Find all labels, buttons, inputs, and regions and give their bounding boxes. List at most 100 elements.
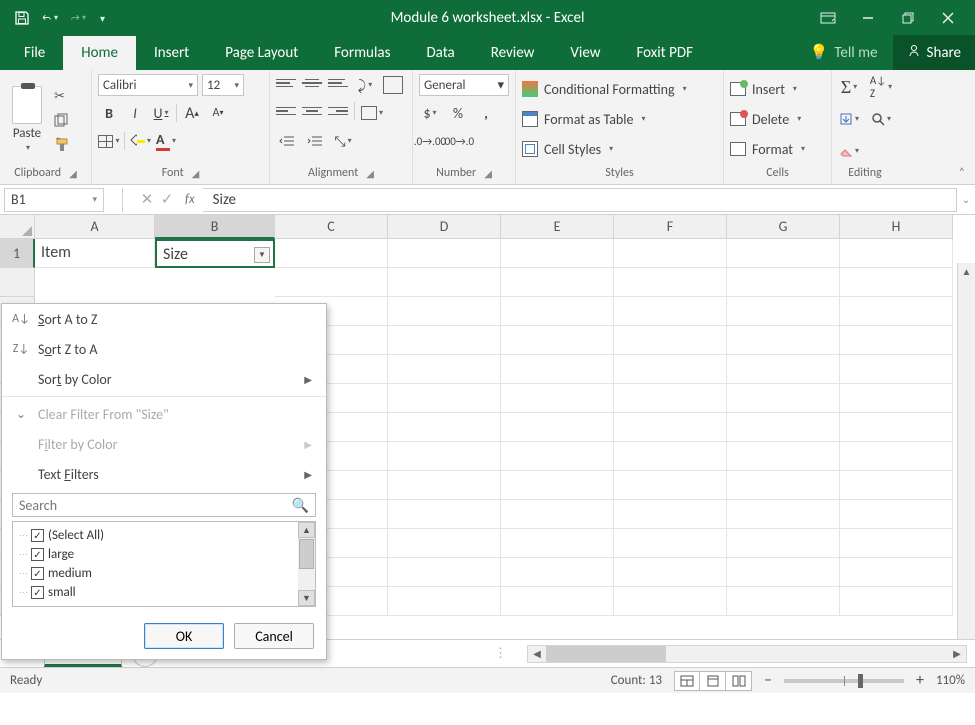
decrease-indent-button[interactable] (276, 130, 298, 152)
row-header[interactable] (0, 268, 35, 297)
maximize-icon[interactable] (899, 9, 917, 27)
percent-button[interactable]: % (447, 102, 469, 124)
scroll-up-icon[interactable]: ▲ (298, 522, 315, 538)
cell[interactable] (501, 471, 614, 500)
normal-view-button[interactable] (674, 671, 700, 691)
cell[interactable] (727, 384, 840, 413)
filter-search-input[interactable]: Search🔍 (12, 493, 316, 517)
borders-button[interactable]: ▾ (98, 130, 120, 152)
cell[interactable] (388, 355, 501, 384)
cell[interactable] (388, 471, 501, 500)
cell[interactable] (388, 384, 501, 413)
page-break-view-button[interactable] (726, 671, 752, 691)
share-button[interactable]: Share (892, 35, 975, 70)
cell[interactable] (501, 326, 614, 355)
tab-data[interactable]: Data (408, 36, 472, 70)
fill-color-button[interactable]: ▾ (129, 130, 151, 152)
cell[interactable] (501, 413, 614, 442)
align-top-button[interactable] (276, 74, 296, 92)
align-right-button[interactable] (328, 102, 348, 120)
col-header-c[interactable]: C (275, 215, 388, 239)
cell[interactable] (388, 587, 501, 616)
cell[interactable] (614, 471, 727, 500)
scroll-down-icon[interactable]: ▼ (298, 590, 315, 606)
fill-button[interactable]: ▾ (838, 108, 860, 130)
cell-styles-button[interactable]: Cell Styles▾ (522, 136, 717, 162)
checkbox-icon[interactable]: ✓ (31, 529, 44, 542)
italic-button[interactable]: I (124, 102, 146, 124)
col-header-f[interactable]: F (614, 215, 727, 239)
cell[interactable] (840, 529, 953, 558)
cell[interactable] (501, 297, 614, 326)
formula-input[interactable]: Size (203, 188, 957, 212)
cell[interactable] (388, 268, 501, 297)
merge-center-button[interactable]: ▾ (361, 102, 383, 124)
ribbon-options-icon[interactable] (819, 9, 837, 27)
cell[interactable] (501, 239, 614, 268)
dialog-launcher-icon[interactable]: ◢ (192, 167, 200, 180)
cell[interactable] (840, 471, 953, 500)
tab-file[interactable]: File (6, 36, 63, 70)
col-header-a[interactable]: A (35, 215, 155, 239)
format-painter-icon[interactable] (54, 137, 72, 153)
shrink-font-button[interactable]: A▾ (207, 102, 229, 124)
filter-checkbox-item[interactable]: ⋯✓large (15, 545, 313, 564)
cell[interactable] (275, 239, 388, 268)
cell[interactable] (840, 355, 953, 384)
zoom-thumb[interactable] (858, 674, 863, 688)
horizontal-scrollbar[interactable]: ◀ ▶ (527, 645, 967, 663)
currency-button[interactable]: $▾ (419, 102, 441, 124)
scrollbar-thumb[interactable] (546, 646, 666, 662)
expand-formula-bar-icon[interactable]: ⌄ (957, 193, 975, 206)
cell[interactable] (388, 529, 501, 558)
cell[interactable] (727, 529, 840, 558)
cell[interactable] (614, 239, 727, 268)
align-center-button[interactable] (302, 102, 322, 120)
cell[interactable] (614, 355, 727, 384)
align-bottom-button[interactable] (328, 74, 348, 92)
align-middle-button[interactable] (302, 74, 322, 92)
cell[interactable] (840, 297, 953, 326)
zoom-in-button[interactable]: + (916, 671, 924, 690)
cell[interactable] (614, 326, 727, 355)
cell[interactable] (275, 268, 388, 297)
cancel-formula-icon[interactable]: ✕ (137, 190, 157, 209)
cell[interactable] (614, 442, 727, 471)
enter-formula-icon[interactable]: ✓ (157, 190, 177, 209)
cell[interactable] (614, 384, 727, 413)
cell[interactable] (727, 297, 840, 326)
cell[interactable] (840, 500, 953, 529)
format-cells-button[interactable]: Format▾ (730, 136, 825, 162)
scroll-right-icon[interactable]: ▶ (948, 646, 966, 662)
tab-insert[interactable]: Insert (136, 36, 207, 70)
cell[interactable] (614, 558, 727, 587)
paste-button[interactable]: Paste ▾ (6, 86, 48, 153)
cell-b1[interactable]: Size ▼ (155, 239, 275, 268)
col-header-h[interactable]: H (840, 215, 953, 239)
checkbox-icon[interactable]: ✓ (31, 586, 44, 599)
save-icon[interactable] (14, 10, 30, 26)
format-as-table-button[interactable]: Format as Table▾ (522, 106, 717, 132)
name-box[interactable]: B1▾ (4, 188, 104, 212)
select-all-button[interactable] (0, 215, 35, 239)
cell[interactable] (727, 413, 840, 442)
font-color-button[interactable]: A▾ (155, 130, 177, 152)
undo-icon[interactable]: ▾ (42, 10, 58, 26)
cell[interactable] (727, 442, 840, 471)
zoom-out-button[interactable]: − (764, 671, 772, 690)
zoom-slider[interactable] (784, 679, 904, 683)
dialog-launcher-icon[interactable]: ◢ (484, 167, 492, 180)
ok-button[interactable]: OK (144, 623, 224, 649)
number-format-combo[interactable]: General▾ (419, 74, 509, 96)
orientation-diag-button[interactable]: ⤡▾ (332, 130, 354, 152)
cell[interactable] (501, 500, 614, 529)
cell[interactable] (727, 239, 840, 268)
align-left-button[interactable] (276, 102, 296, 120)
tab-home[interactable]: Home (63, 36, 136, 70)
row-header-1[interactable]: 1 (0, 239, 35, 268)
checkbox-icon[interactable]: ✓ (31, 567, 44, 580)
cell[interactable] (727, 355, 840, 384)
cell[interactable] (727, 558, 840, 587)
cell[interactable] (501, 384, 614, 413)
cell[interactable] (501, 442, 614, 471)
